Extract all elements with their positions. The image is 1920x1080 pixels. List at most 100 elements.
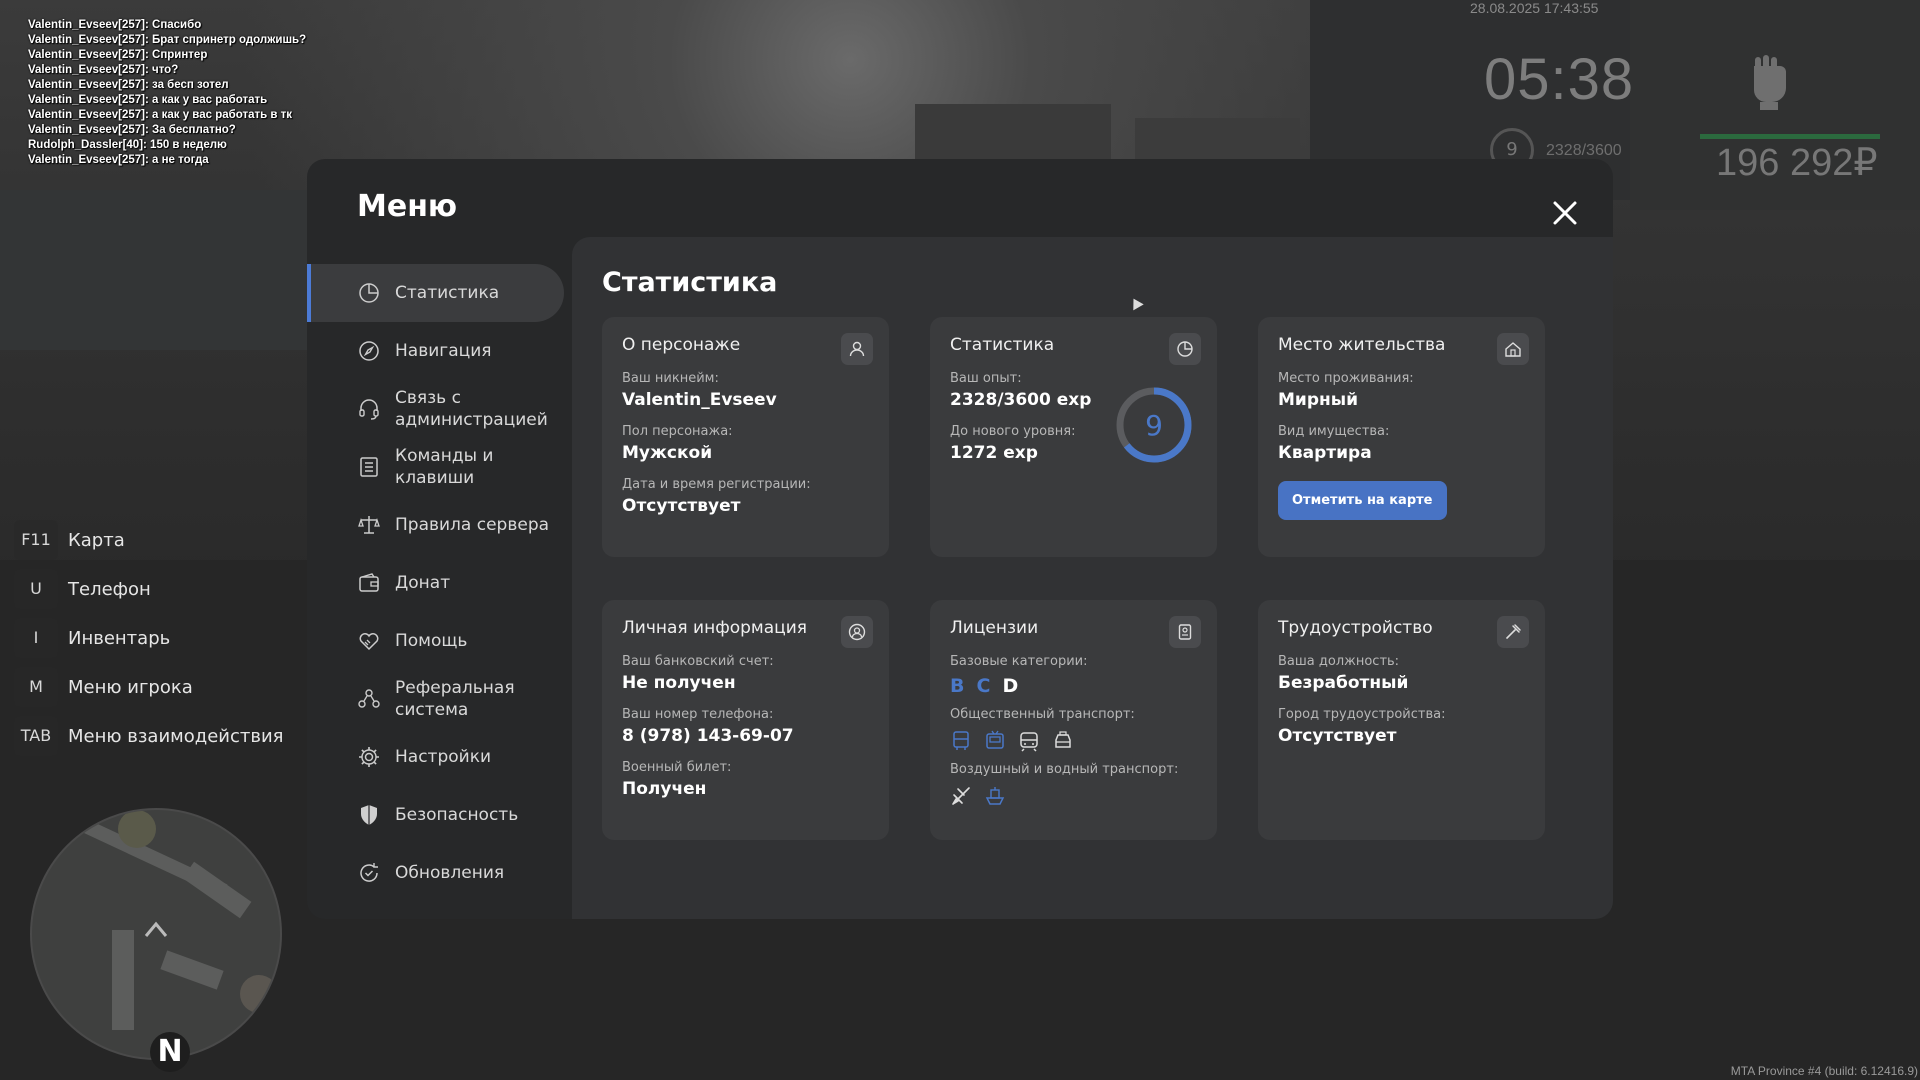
hud-health-bar <box>1700 134 1880 139</box>
build-info: MTA Province #4 (build: 6.12416.9) <box>1730 1064 1918 1078</box>
exp-label: Ваш опыт: <box>950 371 1022 386</box>
license-category: B <box>950 675 969 697</box>
gender-value: Мужской <box>622 443 713 463</box>
hammer-icon <box>1497 616 1529 648</box>
nav-item[interactable]: Команды и клавиши <box>307 438 572 496</box>
boat-icon <box>985 787 1005 805</box>
fist-icon <box>1754 55 1786 110</box>
license-category: D <box>1002 675 1023 697</box>
bank-label: Ваш банковский счет: <box>622 654 774 669</box>
nav-item[interactable]: Обновления <box>307 844 572 902</box>
compass-icon <box>359 341 379 361</box>
bus-icon <box>953 731 969 750</box>
map-house-icon <box>118 810 156 848</box>
hotkey-key: TAB <box>14 716 58 756</box>
nav-item[interactable]: Безопасность <box>307 786 572 844</box>
registration-value: Отсутствует <box>622 496 741 516</box>
hud-datetime: 28.08.2025 17:43:55 <box>1470 0 1599 16</box>
chat-line: Valentin_Evseev[257]: Спасибо <box>28 19 202 31</box>
background-building <box>915 104 1111 164</box>
chat-line: Valentin_Evseev[257]: За бесплатно? <box>28 124 236 136</box>
hotkey-item[interactable]: F11 Карта <box>14 520 125 560</box>
military-value: Получен <box>622 779 707 799</box>
nav-item[interactable]: Помощь <box>307 612 572 670</box>
hotkey-item[interactable]: TAB Меню взаимодействия <box>14 716 283 756</box>
card-title: Личная информация <box>622 618 808 638</box>
level-number: 9 <box>1145 409 1163 442</box>
chat-log: Valentin_Evseev[257]: Спасибо Valentin_Ev… <box>28 18 306 168</box>
air-water-icons <box>950 785 1197 807</box>
chart-pie-icon <box>359 283 379 303</box>
close-icon[interactable] <box>1547 195 1583 231</box>
gender-label: Пол персонажа: <box>622 424 733 439</box>
nav-item-label: Настройки <box>395 747 492 767</box>
public-transport-label: Общественный транспорт: <box>950 707 1135 722</box>
user-icon <box>841 333 873 365</box>
chat-line: Valentin_Evseev[257]: а не тогда <box>28 154 209 166</box>
map-road <box>112 930 134 1030</box>
phone-value: 8 (978) 143-69-07 <box>622 726 794 746</box>
hotkey-item[interactable]: U Телефон <box>14 569 151 609</box>
nav-item-label: Команды и клавиши <box>395 446 494 488</box>
phone-label: Ваш номер телефона: <box>622 707 774 722</box>
hotkey-label: Инвентарь <box>68 627 171 649</box>
personal-info-card: Личная информация Ваш банковский счет: Н… <box>602 600 889 840</box>
map-truck-icon <box>240 975 278 1013</box>
nav-item[interactable]: Донат <box>307 554 572 612</box>
card-title: Статистика <box>950 335 1055 355</box>
card-title: О персонаже <box>622 335 741 355</box>
stats-content: Статистика О персонаже Ваш никнейм: Vale… <box>572 237 1613 919</box>
chat-line: Valentin_Evseev[257]: Брат спринетр одол… <box>28 34 307 46</box>
level-progress-ring: 9 <box>1116 387 1192 463</box>
nav-item[interactable]: Навигация <box>307 322 572 380</box>
minimap[interactable] <box>30 808 282 1060</box>
handshake-heart-icon <box>359 633 379 651</box>
referral-icon <box>358 689 380 708</box>
menu-title: Меню <box>357 189 458 224</box>
hotkey-item[interactable]: M Меню игрока <box>14 667 193 707</box>
shield-icon <box>361 805 377 825</box>
refresh-check-icon <box>360 863 378 882</box>
position-label: Ваша должность: <box>1278 654 1400 669</box>
airplane-icon <box>952 787 970 805</box>
nav-item-label: Правила сервера <box>395 515 550 535</box>
license-categories: BCD <box>950 675 1197 697</box>
hotkey-label: Карта <box>68 529 125 551</box>
background-building <box>0 190 310 350</box>
card-title: Место жительства <box>1278 335 1446 355</box>
bank-value: Не получен <box>622 673 736 693</box>
chat-line: Valentin_Evseev[257]: за бесп зотел <box>28 79 229 91</box>
nav-item[interactable]: Статистика <box>307 264 564 322</box>
hud-money: 196 292₽ <box>1716 142 1878 184</box>
nav-item[interactable]: Связь с администрацией <box>307 380 572 438</box>
mark-on-map-button[interactable]: Отметить на карте <box>1278 481 1447 520</box>
taxi-icon <box>1055 731 1071 748</box>
residence-value: Мирный <box>1278 390 1359 410</box>
hotkey-label: Телефон <box>68 578 151 600</box>
employment-card: Трудоустройство Ваша должность: Безработ… <box>1258 600 1545 840</box>
nav-item[interactable]: Настройки <box>307 728 572 786</box>
nav-item-label: Обновления <box>395 863 505 883</box>
hotkey-item[interactable]: I Инвентарь <box>14 618 170 658</box>
registration-label: Дата и время регистрации: <box>622 477 811 492</box>
card-title: Трудоустройство <box>1278 618 1433 638</box>
house-icon <box>1497 333 1529 365</box>
content-title: Статистика <box>602 267 778 298</box>
statistics-card: Статистика Ваш опыт: 2328/3600 exp До но… <box>930 317 1217 557</box>
card-title: Лицензии <box>950 618 1039 638</box>
nav-item-label: Донат <box>395 573 451 593</box>
license-category: C <box>976 675 995 697</box>
nick-value: Valentin_Evseev <box>622 390 777 410</box>
chat-line: Valentin_Evseev[257]: а как у вас работа… <box>28 109 293 121</box>
nav-item[interactable]: Правила сервера <box>307 496 572 554</box>
minimap-north: N <box>150 1032 190 1072</box>
chat-line: Valentin_Evseev[257]: а как у вас работа… <box>28 94 268 106</box>
menu-sidebar: Статистика Навигация Связь с администрацие… <box>307 264 572 902</box>
nav-item-label: Навигация <box>395 341 492 361</box>
hotkey-label: Меню взаимодействия <box>68 725 284 747</box>
chart-pie-icon <box>1169 333 1201 365</box>
wallet-icon <box>359 573 379 592</box>
background-building <box>1135 118 1300 164</box>
nav-item[interactable]: Реферальная система <box>307 670 572 728</box>
scales-icon <box>358 516 380 534</box>
